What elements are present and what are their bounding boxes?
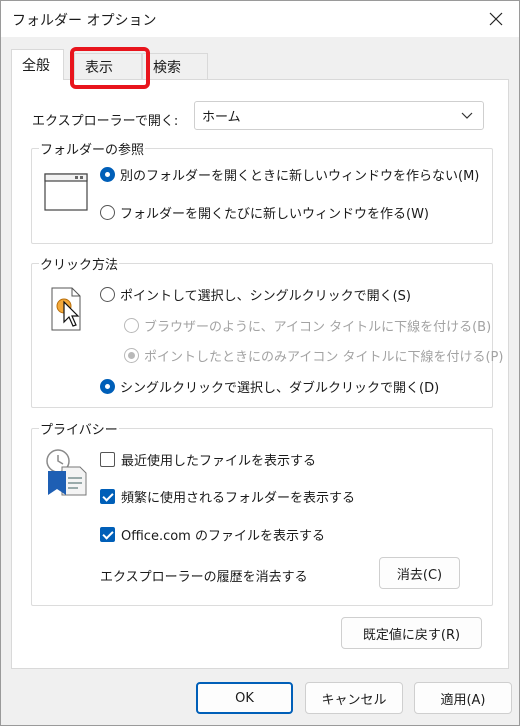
office-files-label: Office.com のファイルを表示する (121, 529, 325, 544)
frequent-folders-label: 頻繁に使用されるフォルダーを表示する (121, 491, 356, 506)
double-click-radio[interactable] (100, 379, 115, 394)
restore-defaults-label: 既定値に戻す(R) (362, 627, 461, 643)
tab-view[interactable]: 表示 (74, 53, 142, 79)
restore-defaults-button[interactable]: 既定値に戻す(R) (341, 617, 482, 649)
click-pointer-icon (51, 287, 81, 331)
office-files-checkbox[interactable] (100, 527, 115, 542)
tab-search[interactable]: 検索 (142, 53, 208, 79)
tab-general[interactable]: 全般 (11, 49, 64, 80)
cancel-button-label: キャンセル (321, 692, 387, 708)
click-items-label: クリック方法 (39, 254, 120, 273)
ok-button[interactable]: OK (196, 682, 293, 714)
recent-files-label: 最近使用したファイルを表示する (121, 454, 317, 469)
underline-browser-option[interactable]: ブラウザーのように、アイコン タイトルに下線を付ける(B) (124, 316, 491, 335)
clear-history-label: エクスプローラーの履歴を消去する (100, 570, 308, 585)
open-explorer-select[interactable]: ホーム (194, 101, 484, 130)
browse-folders-group: フォルダーの参照 別のフォルダーを開くときに新しいウィンドウを作らない(M) フ… (31, 139, 493, 244)
close-icon (489, 12, 503, 26)
browse-new-window-radio[interactable] (100, 205, 115, 220)
recent-files-checkbox[interactable] (100, 452, 115, 467)
tab-search-label: 検索 (153, 59, 181, 76)
folder-options-dialog: フォルダー オプション 全般 表示 検索 エクスプローラーで開く: ホーム フォ… (0, 0, 520, 726)
click-items-group: クリック方法 ポイントして選択し、シングルクリックで開く(S) ブラウザーのよう… (31, 254, 503, 408)
clear-history-button-label: 消去(C) (396, 567, 443, 583)
browse-folders-label: フォルダーの参照 (39, 139, 146, 158)
underline-browser-label: ブラウザーのように、アイコン タイトルに下線を付ける(B) (144, 320, 492, 335)
ok-button-label: OK (235, 690, 254, 706)
office-files-option[interactable]: Office.com のファイルを表示する (100, 525, 325, 544)
browse-new-window-option[interactable]: フォルダーを開くたびに新しいウィンドウを作る(W) (100, 203, 429, 222)
browse-same-window-label: 別のフォルダーを開くときに新しいウィンドウを作らない(M) (120, 169, 480, 184)
close-button[interactable] (473, 1, 519, 37)
underline-point-radio[interactable] (124, 348, 139, 363)
double-click-option[interactable]: シングルクリックで選択し、ダブルクリックで開く(D) (100, 377, 439, 396)
underline-point-label: ポイントしたときにのみアイコン タイトルに下線を付ける(P) (144, 350, 504, 365)
general-tab-panel: エクスプローラーで開く: ホーム フォルダーの参照 別のフォルダーを開くときに新… (11, 79, 509, 669)
apply-button[interactable]: 適用(A) (414, 682, 512, 714)
underline-point-option[interactable]: ポイントしたときにのみアイコン タイトルに下線を付ける(P) (124, 346, 503, 365)
open-explorer-value: ホーム (202, 110, 241, 125)
tab-view-label: 表示 (85, 59, 113, 76)
browse-same-window-radio[interactable] (100, 167, 115, 182)
tab-general-label: 全般 (22, 58, 50, 74)
frequent-folders-option[interactable]: 頻繁に使用されるフォルダーを表示する (100, 487, 355, 506)
single-click-label: ポイントして選択し、シングルクリックで開く(S) (120, 289, 412, 304)
open-explorer-label: エクスプローラーで開く: (32, 114, 179, 129)
browse-same-window-option[interactable]: 別のフォルダーを開くときに新しいウィンドウを作らない(M) (100, 165, 479, 184)
recent-files-option[interactable]: 最近使用したファイルを表示する (100, 450, 316, 469)
tab-strip: 全般 表示 検索 (11, 49, 509, 80)
clear-history-button[interactable]: 消去(C) (379, 557, 460, 589)
underline-browser-radio[interactable] (124, 318, 139, 333)
single-click-radio[interactable] (100, 287, 115, 302)
window-icon (44, 173, 88, 211)
double-click-label: シングルクリックで選択し、ダブルクリックで開く(D) (120, 381, 440, 396)
chevron-down-icon (461, 112, 473, 119)
apply-button-label: 適用(A) (440, 692, 486, 708)
single-click-option[interactable]: ポイントして選択し、シングルクリックで開く(S) (100, 285, 411, 304)
window-title: フォルダー オプション (12, 13, 157, 29)
privacy-group: プライバシー 最近使用したファイルを表示する 頻繁に使用されるフォルダーを表示す… (31, 419, 493, 606)
frequent-folders-checkbox[interactable] (100, 489, 115, 504)
title-bar: フォルダー オプション (1, 1, 519, 37)
browse-new-window-label: フォルダーを開くたびに新しいウィンドウを作る(W) (120, 207, 429, 222)
privacy-label: プライバシー (39, 419, 119, 438)
privacy-icon (46, 449, 87, 496)
cancel-button[interactable]: キャンセル (305, 682, 403, 714)
